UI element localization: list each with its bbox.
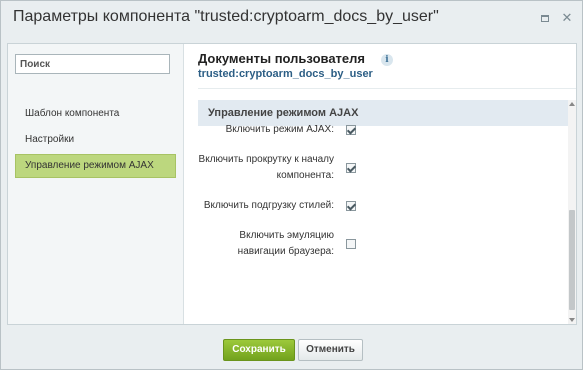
settings-scroll-area[interactable]: Управление режимом AJAX Включить режим A… — [198, 100, 576, 324]
maximize-icon[interactable] — [539, 12, 551, 24]
ajax-history-label: Включить эмуляцию навигации браузера: — [237, 230, 334, 257]
ajax-history-checkbox[interactable] — [346, 239, 356, 249]
scroll-down-arrow[interactable] — [569, 318, 575, 322]
dialog-titlebar[interactable]: Параметры компонента "trusted:cryptoarm_… — [1, 1, 582, 34]
component-code: trusted:cryptoarm_docs_by_user — [198, 68, 373, 80]
scroll-thumb[interactable] — [569, 210, 575, 310]
ajax-scroll-checkbox[interactable] — [346, 163, 356, 173]
sidebar-item-ajax[interactable]: Управление режимом AJAX — [15, 154, 176, 178]
search-input[interactable] — [15, 54, 170, 74]
sidebar-item-settings[interactable]: Настройки — [15, 128, 176, 152]
sidebar-item-template[interactable]: Шаблон компонента — [15, 102, 176, 126]
vertical-scrollbar[interactable] — [568, 100, 576, 324]
header-divider — [198, 88, 576, 89]
dialog-title: Параметры компонента "trusted:cryptoarm_… — [13, 8, 439, 25]
info-icon[interactable]: i — [381, 54, 393, 66]
ajax-mode-label: Включить режим AJAX: — [225, 124, 334, 135]
ajax-scroll-label: Включить прокрутку к началу компонента: — [198, 154, 334, 181]
main-panel: Документы пользователя i trusted:cryptoa… — [185, 44, 576, 324]
close-icon[interactable]: ✕ — [561, 11, 573, 24]
save-button[interactable]: Сохранить — [223, 339, 295, 361]
cancel-button[interactable]: Отменить — [298, 339, 363, 361]
dialog-content: Шаблон компонента Настройки Управление р… — [7, 43, 577, 325]
ajax-mode-checkbox[interactable] — [346, 125, 356, 135]
component-params-dialog: Параметры компонента "trusted:cryptoarm_… — [0, 0, 583, 370]
ajax-styles-checkbox[interactable] — [346, 201, 356, 211]
ajax-styles-label: Включить подгрузку стилей: — [203, 200, 334, 211]
sidebar: Шаблон компонента Настройки Управление р… — [8, 44, 184, 324]
scroll-up-arrow[interactable] — [569, 102, 575, 106]
page-title: Документы пользователя — [198, 51, 365, 66]
